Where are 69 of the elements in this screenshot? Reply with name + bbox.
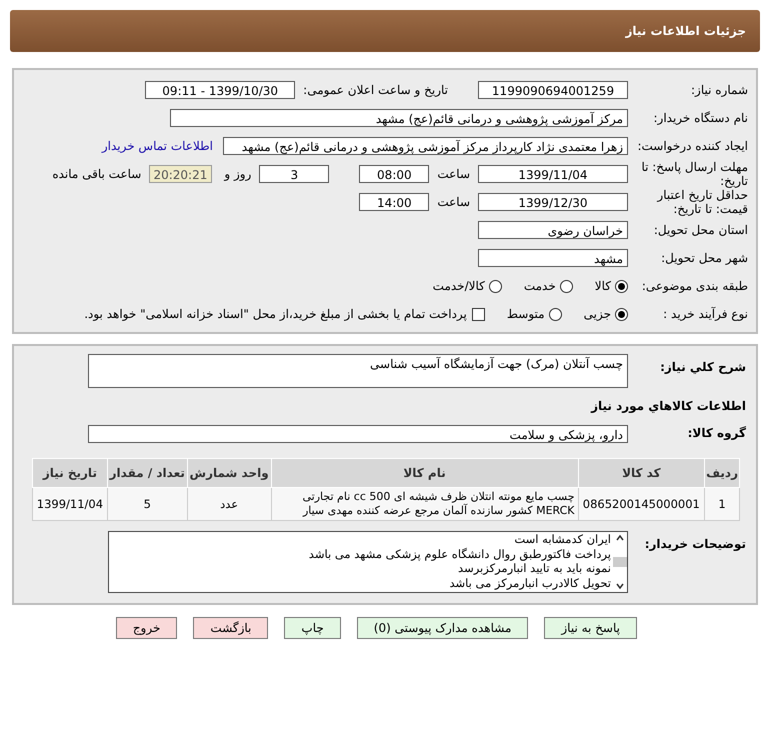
table-cell: 0865200145000001 xyxy=(578,488,705,520)
radio-label: کالا/خدمت xyxy=(432,279,485,293)
remaining-time-field: 20:20:21 xyxy=(149,165,212,183)
time-label: ساعت xyxy=(437,195,470,209)
field-label: گروه کالا: xyxy=(686,425,747,440)
field-label: مهلت ارسال پاسخ: تا تاریخ: xyxy=(640,160,749,188)
city-field: مشهد xyxy=(478,249,628,267)
page-title: جزئیات اطلاعات نیاز xyxy=(625,24,746,38)
field-label: تاریخ و ساعت اعلان عمومی: xyxy=(303,83,448,97)
column-header: واحد شمارش xyxy=(187,458,272,488)
table-cell: عدد xyxy=(187,488,272,520)
buyer-field: مرکز آموزشی پژوهشی و درمانی قائم(عج) مشهد xyxy=(170,109,628,127)
days-field: 3 xyxy=(259,165,330,183)
action-button[interactable]: بازگشت xyxy=(193,617,268,639)
need-number-field: 1199090694001259 xyxy=(478,81,628,99)
column-header: نام کالا xyxy=(271,458,578,488)
column-header: تاریخ نیاز xyxy=(32,458,108,488)
table-cell: چسب مایع مونته انتلان ظرف شیشه ای 500 cc نام تجارتی MERCK کشور سازنده آلمان مرجع عرضه کننده مهدی سیار xyxy=(271,488,578,520)
column-header: کد کالا xyxy=(578,458,705,488)
table-cell: 5 xyxy=(107,488,188,520)
field-label: نام دستگاه خریدار: xyxy=(652,111,749,125)
field-label: استان محل تحویل: xyxy=(652,223,749,237)
field-label: نوع فرآیند خرید : xyxy=(662,307,749,321)
action-button[interactable]: چاپ xyxy=(284,617,341,639)
field-label: شرح کلي نياز: xyxy=(659,359,747,374)
note-line: نمونه باید به تایید انبارمرکزبرسد xyxy=(457,561,611,576)
radio-label: کالا xyxy=(594,279,611,293)
radio-button[interactable] xyxy=(560,280,573,292)
date-field: 1399/11/04 xyxy=(478,165,628,183)
note-line: تحویل کالادرب انبارمرکز می باشد xyxy=(448,576,611,590)
table-cell: 1399/11/04 xyxy=(32,488,108,520)
radio-label: جزیی xyxy=(584,307,611,321)
field-label: توضیحات خریدار: xyxy=(644,536,747,551)
field-label: شماره نیاز: xyxy=(690,83,749,97)
column-header: ردیف xyxy=(704,458,740,488)
field-label: شهر محل تحویل: xyxy=(660,251,749,265)
radio-label: متوسط xyxy=(506,307,545,321)
note-line: ایران کدمشابه است xyxy=(513,532,611,546)
section-title: اطلاعات کالاهاي مورد نياز xyxy=(591,399,747,413)
time-field: 14:00 xyxy=(359,193,430,211)
table-cell: 1 xyxy=(704,488,740,520)
radio-button[interactable] xyxy=(548,308,562,320)
contact-link[interactable]: اطلاعات تماس خریدار xyxy=(102,139,213,153)
checkbox-label: پرداخت تمام یا بخشی از مبلغ خرید،از محل "اسناد خزانه اسلامی" خواهد بود. xyxy=(84,307,467,321)
province-field: خراسان رضوی xyxy=(478,221,628,239)
action-button[interactable]: پاسخ به نیاز xyxy=(544,617,637,639)
announce-date-field: 1399/10/30 - 09:11 xyxy=(145,81,296,99)
time-label: ساعت xyxy=(437,167,470,181)
date-field: 1399/12/30 xyxy=(478,193,628,211)
time-field: 08:00 xyxy=(359,165,430,183)
field-label: حداقل تاریخ اعتبار قیمت: تا تاریخ: xyxy=(656,188,749,216)
goods-group-field: دارو، پزشکی و سلامت xyxy=(88,425,628,443)
field-label: طبقه بندی موضوعی: xyxy=(640,279,749,293)
scrollbar[interactable] xyxy=(613,532,627,592)
requester-field: زهرا معتمدی نژاد کارپرداز مرکز آموزشی پژوهشی و درمانی قائم(عج) مشهد xyxy=(223,137,628,155)
action-button[interactable]: خروج xyxy=(116,617,178,639)
radio-button[interactable] xyxy=(615,308,628,320)
radio-button[interactable] xyxy=(615,280,628,292)
note-line: پرداخت فاکتورطبق روال دانشگاه علوم پزشکی مشهد می باشد xyxy=(308,546,611,561)
checkbox[interactable] xyxy=(472,308,485,320)
remaining-label: ساعت باقی مانده xyxy=(52,167,142,181)
notes-textarea[interactable]: ایران کدمشابه است پرداخت فاکتورطبق روال دانشگاه علوم پزشکی مشهد می باشد نمونه باید به تایید انبارمرکزبرسد تحویل کالادرب انبارمرکز می باشد xyxy=(108,531,628,593)
radio-button[interactable] xyxy=(488,280,502,292)
description-field: چسب آنتلان (مرک) جهت آزمایشگاه آسیب شناسی xyxy=(88,354,628,388)
column-header: تعداد / مقدار xyxy=(107,458,188,488)
field-label: ایجاد کننده درخواست: xyxy=(636,139,749,153)
radio-label: خدمت xyxy=(524,279,556,293)
action-button[interactable]: مشاهده مدارک پیوستی (0) xyxy=(356,617,528,639)
days-label: روز و xyxy=(224,167,252,181)
